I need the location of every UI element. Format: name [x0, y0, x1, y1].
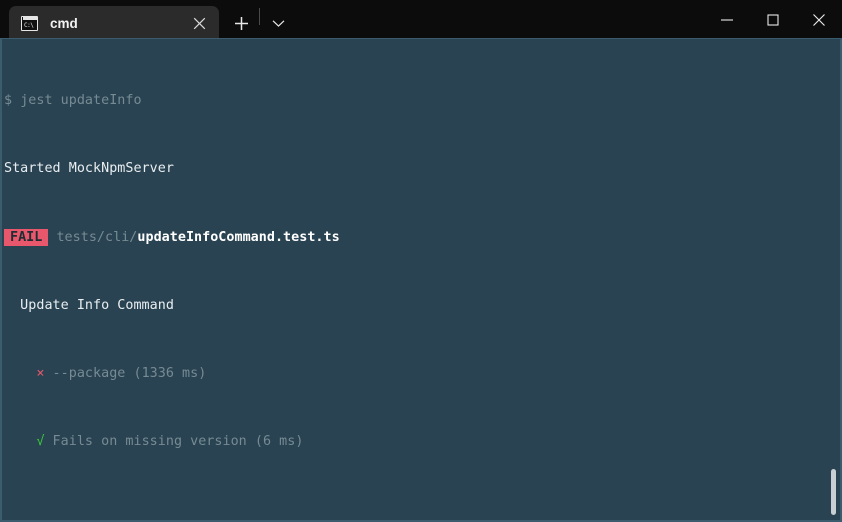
title-bar: C:\ cmd [0, 0, 842, 40]
window-controls [704, 0, 842, 40]
terminal-window: C:\ cmd $ jest updateInfo Started MockNp… [0, 0, 842, 522]
close-tab-icon[interactable] [185, 9, 213, 37]
line-test-passed: √ Fails on missing version (6 ms) [4, 433, 826, 450]
line-test-failed: × --package (1336 ms) [4, 365, 826, 382]
line-fail-header: FAIL tests/cli/updateInfoCommand.test.ts [4, 228, 826, 246]
terminal-surface[interactable]: $ jest updateInfo Started MockNpmServer … [0, 38, 842, 522]
test-fail-name: --package (1336 ms) [44, 365, 207, 381]
prompt-symbol: $ [4, 93, 13, 109]
fail-path-file: updateInfoCommand.test.ts [137, 229, 340, 245]
tab-title-label: cmd [50, 15, 78, 31]
line-suite: Update Info Command [4, 297, 174, 313]
terminal-border-top [0, 38, 842, 39]
terminal-output: $ jest updateInfo Started MockNpmServer … [4, 41, 826, 522]
new-tab-button[interactable] [225, 6, 257, 40]
prompt-line: $ jest updateInfo [4, 92, 826, 109]
tab-dropdown-button[interactable] [262, 6, 294, 40]
terminal-border-left [0, 38, 2, 522]
fail-badge: FAIL [4, 228, 49, 246]
tab-strip: C:\ cmd [0, 0, 294, 40]
scrollbar-thumb[interactable] [831, 469, 836, 515]
fail-path-dir: tests/cli/ [48, 229, 138, 245]
close-window-button[interactable] [796, 0, 842, 40]
test-pass-name: Fails on missing version (6 ms) [44, 434, 304, 450]
maximize-button[interactable] [750, 0, 796, 40]
terminal-scrollbar[interactable] [827, 41, 839, 518]
minimize-button[interactable] [704, 0, 750, 40]
tabbar-divider [259, 7, 260, 25]
line-started: Started MockNpmServer [4, 161, 174, 177]
cmd-console-icon: C:\ [21, 15, 38, 31]
tab-cmd[interactable]: C:\ cmd [9, 6, 219, 40]
prompt-command: jest updateInfo [20, 93, 142, 109]
